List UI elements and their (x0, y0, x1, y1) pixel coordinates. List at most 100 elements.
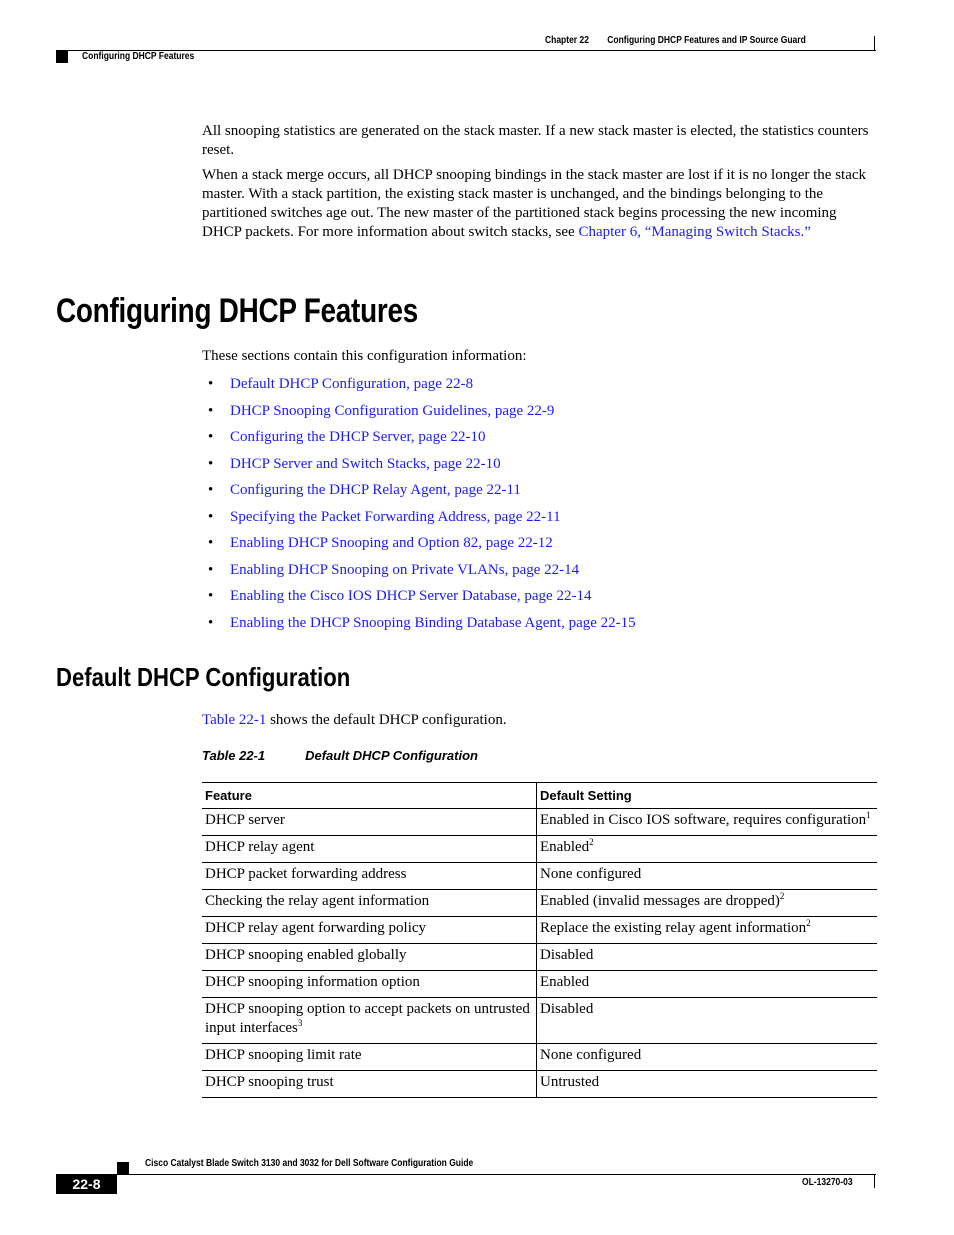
default-setting-cell: None configured (537, 863, 878, 890)
sections-intro: These sections contain this configuratio… (202, 348, 527, 364)
caption-title: Default DHCP Configuration (305, 748, 478, 763)
feature-text: DHCP snooping trust (205, 1074, 334, 1090)
default-setting-text: None configured (540, 866, 642, 882)
toc-item: • Default DHCP Configuration, page 22-8 (202, 374, 636, 401)
table-body: DHCP server Enabled in Cisco IOS software… (202, 808, 878, 1098)
feature-text: DHCP relay agent (205, 839, 315, 855)
feature-text: DHCP relay agent forwarding policy (205, 920, 427, 936)
footnote-marker: 2 (589, 837, 594, 847)
default-setting-text: None configured (540, 1047, 642, 1063)
feature-text: DHCP snooping limit rate (205, 1047, 362, 1063)
default-setting-text: Enabled in Cisco IOS software, requires … (540, 812, 867, 828)
table-row: DHCP snooping limit rate None configured (202, 1043, 878, 1071)
toc-link[interactable]: DHCP Server and Switch Stacks, page 22-1… (230, 456, 501, 472)
feature-cell: DHCP snooping option to accept packets o… (202, 997, 537, 1044)
feature-text: DHCP snooping option to accept packets o… (205, 1001, 530, 1036)
bullet-icon: • (208, 402, 214, 419)
toc-link[interactable]: Enabling DHCP Snooping on Private VLANs,… (230, 562, 579, 578)
toc-item: • Configuring the DHCP Server, page 22-10 (202, 427, 636, 454)
feature-text: DHCP packet forwarding address (205, 866, 407, 882)
default-dhcp-table: Feature Default Setting DHCP server Enabl… (202, 782, 877, 1098)
toc-item: • Enabling the Cisco IOS DHCP Server Data… (202, 586, 636, 613)
bullet-icon: • (208, 561, 214, 578)
default-setting-cell: Enabled (537, 971, 878, 998)
default-setting-text: Enabled (540, 974, 590, 990)
default-setting-cell: Enabled (invalid messages are dropped)2 (537, 890, 878, 917)
feature-cell: DHCP snooping information option (202, 970, 537, 998)
feature-text: DHCP server (205, 812, 285, 828)
footnote-marker: 2 (806, 918, 811, 928)
page-number: 22-8 (56, 1174, 117, 1194)
table-row: Checking the relay agent information Enab… (202, 889, 878, 917)
footnote-marker: 2 (779, 891, 785, 901)
footer-vertical-rule (874, 1174, 875, 1188)
toc-link[interactable]: DHCP Snooping Configuration Guidelines, … (230, 403, 554, 419)
table-row: DHCP packet forwarding address None confi… (202, 862, 878, 890)
default-setting-text: Disabled (540, 1001, 594, 1017)
toc-link[interactable]: Enabling the Cisco IOS DHCP Server Datab… (230, 588, 591, 604)
feature-cell: DHCP snooping limit rate (202, 1043, 537, 1071)
footnote-marker: 3 (297, 1018, 303, 1028)
header-vertical-rule (874, 36, 875, 51)
toc-item: • Enabling DHCP Snooping and Option 82, p… (202, 533, 636, 560)
default-setting-cell: Replace the existing relay agent informa… (537, 917, 878, 944)
bullet-icon: • (208, 455, 214, 472)
default-setting-text: Enabled (540, 839, 590, 855)
toc-item: • Enabling DHCP Snooping on Private VLANs… (202, 560, 636, 587)
bullet-icon: • (208, 588, 214, 604)
bullet-icon: • (208, 482, 214, 498)
table-row: DHCP snooping information option Enabled (202, 970, 878, 998)
feature-cell: Checking the relay agent information (202, 889, 537, 917)
toc-item: • DHCP Server and Switch Stacks, page 22-… (202, 454, 636, 481)
toc-item: • Configuring the DHCP Relay Agent, page … (202, 480, 636, 507)
table-row: DHCP relay agent forwarding policy Replac… (202, 916, 878, 944)
default-setting-text: Replace the existing relay agent informa… (540, 920, 807, 936)
toc-link[interactable]: Enabling the DHCP Snooping Binding Datab… (230, 615, 636, 631)
intro-paragraph-2: When a stack merge occurs, all DHCP snoo… (202, 167, 867, 240)
toc-link[interactable]: Default DHCP Configuration, page 22-8 (230, 376, 473, 392)
table-row: DHCP relay agent Enabled2 (202, 835, 878, 863)
toc-item: • Specifying the Packet Forwarding Addres… (202, 507, 636, 534)
footnote-marker: 1 (866, 810, 871, 820)
bullet-icon: • (208, 614, 214, 631)
table-row: DHCP snooping enabled globally Disabled (202, 943, 878, 971)
bullet-icon: • (208, 429, 214, 445)
bullet-icon: • (208, 376, 214, 392)
chapter-number: Chapter 22 (545, 35, 589, 46)
feature-cell: DHCP server (202, 808, 537, 836)
feature-cell: DHCP relay agent (202, 835, 537, 863)
toc-link[interactable]: Configuring the DHCP Server, page 22-10 (230, 429, 485, 445)
feature-text: DHCP snooping enabled globally (205, 947, 407, 963)
intro-text: All snooping statistics are generated on… (202, 122, 874, 248)
subsection-title: Default DHCP Configuration (56, 662, 351, 692)
chapter-title: Configuring DHCP Features and IP Source … (607, 35, 806, 46)
default-setting-text: Untrusted (540, 1074, 600, 1090)
feature-text: DHCP snooping information option (205, 974, 420, 990)
toc-link[interactable]: Configuring the DHCP Relay Agent, page 2… (230, 482, 521, 498)
default-setting-cell: Untrusted (537, 1071, 878, 1098)
caption-number: Table 22-1 (202, 748, 266, 763)
table-header-row: Feature Default Setting (202, 782, 877, 809)
default-setting-cell: None configured (537, 1044, 878, 1071)
default-setting-cell: Enabled2 (537, 836, 878, 863)
feature-cell: DHCP snooping trust (202, 1070, 537, 1098)
intro-paragraph-1: All snooping statistics are generated on… (202, 123, 869, 158)
header-chapter: Chapter 22 Configuring DHCP Features and… (545, 35, 806, 46)
column-header-feature: Feature (202, 782, 537, 809)
table-caption: Table 22-1 Default DHCP Configuration (202, 748, 478, 763)
chapter-6-link[interactable]: Chapter 6, “Managing Switch Stacks.” (578, 224, 810, 240)
toc-link[interactable]: Enabling DHCP Snooping and Option 82, pa… (230, 535, 553, 551)
table-reference: Table 22-1 shows the default DHCP config… (202, 712, 507, 728)
default-setting-cell: Enabled in Cisco IOS software, requires … (537, 809, 878, 836)
toc-link[interactable]: Specifying the Packet Forwarding Address… (230, 509, 561, 525)
default-setting-cell: Disabled (537, 944, 878, 971)
bullet-icon: • (208, 535, 214, 551)
footer-rule (117, 1174, 876, 1175)
default-setting-text: Enabled (invalid messages are dropped) (540, 893, 780, 909)
section-title: Configuring DHCP Features (56, 292, 419, 330)
table-row: DHCP server Enabled in Cisco IOS software… (202, 808, 878, 836)
footer-guide-title: Cisco Catalyst Blade Switch 3130 and 303… (145, 1158, 474, 1169)
feature-text: Checking the relay agent information (205, 893, 430, 909)
table-22-1-link[interactable]: Table 22-1 (202, 712, 266, 728)
default-setting-text: Disabled (540, 947, 594, 963)
